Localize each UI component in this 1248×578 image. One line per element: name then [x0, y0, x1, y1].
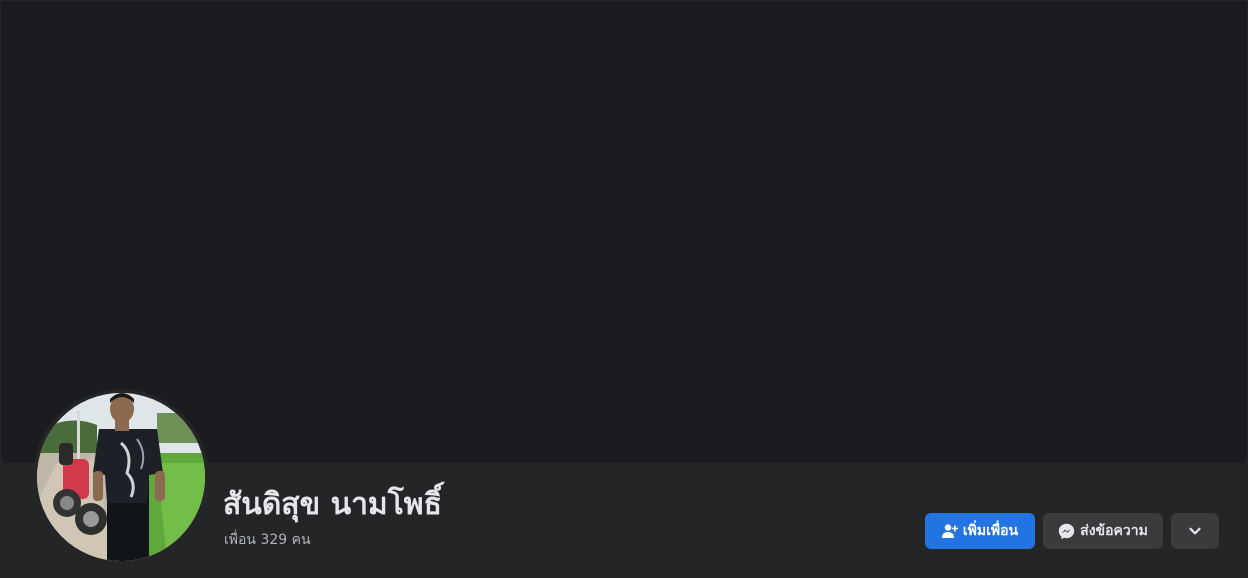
- add-friend-label: เพิ่มเพื่อน: [962, 523, 1019, 539]
- add-friend-button[interactable]: เพิ่มเพื่อน: [925, 513, 1035, 549]
- profile-picture[interactable]: [37, 393, 205, 561]
- send-message-button[interactable]: ส่งข้อความ: [1043, 513, 1163, 549]
- messenger-icon: [1058, 523, 1075, 540]
- profile-header: สันดิสุข นามโพธิ์ เพื่อน 329 คน เพิ่มเพื…: [0, 0, 1248, 578]
- friends-count-link[interactable]: เพื่อน 329 คน: [224, 530, 311, 550]
- more-options-button[interactable]: [1171, 513, 1219, 549]
- person-add-icon: [941, 523, 958, 539]
- profile-name: สันดิสุข นามโพธิ์: [223, 487, 442, 522]
- profile-picture-frame: [33, 389, 209, 565]
- profile-photo-image: [37, 393, 205, 561]
- chevron-down-icon: [1188, 524, 1202, 538]
- cover-photo[interactable]: [1, 1, 1247, 463]
- send-message-label: ส่งข้อความ: [1080, 523, 1148, 539]
